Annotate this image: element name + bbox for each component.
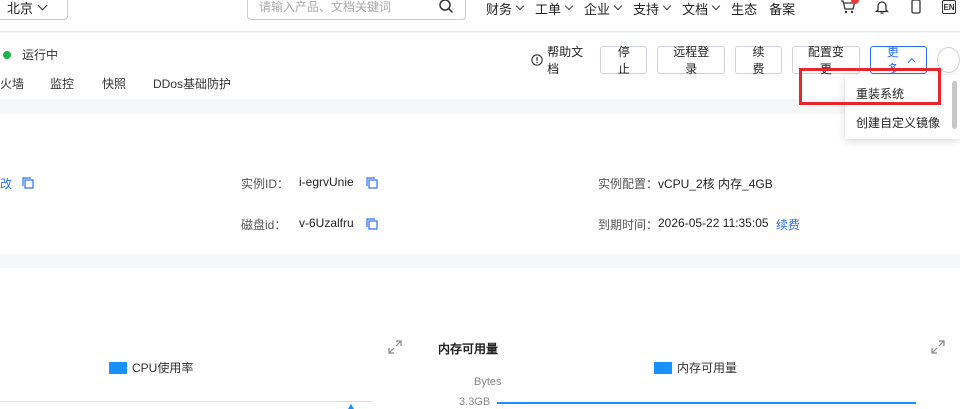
help-doc-link[interactable]: 帮助文档: [531, 43, 588, 77]
instance-id-label: 实例ID：: [241, 177, 290, 191]
nav-ecosystem[interactable]: 生态: [731, 0, 757, 18]
region-label: 北京: [7, 0, 34, 16]
edit-name-link[interactable]: 改: [0, 175, 12, 192]
search-icon[interactable]: [438, 0, 454, 14]
nav-ticket[interactable]: 工单: [535, 0, 574, 18]
nav-label: 生态: [731, 1, 758, 17]
status-label: 运行中: [22, 48, 59, 62]
nav-support[interactable]: 支持: [633, 0, 672, 18]
expire-label: 到期时间：: [598, 218, 659, 232]
chevron-down-icon: [564, 1, 574, 11]
instance-id-value: i-egrvUnie: [299, 175, 354, 189]
copy-icon[interactable]: [366, 177, 378, 189]
chevron-up-icon: [907, 57, 916, 66]
config-value: vCPU_2核 内存_4GB: [658, 177, 773, 191]
top-navigation-bar: 北京 财务 工单 企业 支持 文档 生态 备案 EN: [0, 0, 960, 32]
legend-label: 内存可用量: [677, 361, 738, 375]
chevron-down-icon: [711, 1, 721, 11]
nav-filing[interactable]: 备案: [769, 0, 795, 18]
top-icons: EN: [840, 0, 960, 15]
nav-label: 财务: [486, 1, 513, 17]
create-custom-image-option[interactable]: 创建自定义镜像: [856, 114, 940, 131]
remote-login-button[interactable]: 远程登录: [657, 45, 726, 76]
highlight-box: [799, 68, 941, 105]
cpu-legend[interactable]: CPU使用率: [109, 359, 193, 376]
language-label: EN: [943, 2, 955, 12]
monitor-charts: CPU使用率 内存可用量 内存可用量 Bytes 3.3GB: [0, 268, 960, 409]
bell-icon[interactable]: [874, 0, 890, 15]
nav-label: 文档: [682, 1, 709, 17]
expand-icon[interactable]: [388, 340, 402, 354]
instance-status: 运行中: [3, 46, 58, 63]
disk-id-value: v-6Uzalfru: [299, 216, 354, 230]
chevron-down-icon: [37, 0, 48, 10]
memory-y-unit: Bytes: [474, 376, 502, 388]
cpu-axis-marker: [348, 404, 354, 409]
legend-swatch: [654, 361, 672, 374]
memory-legend[interactable]: 内存可用量: [654, 359, 737, 376]
chevron-down-icon: [613, 1, 623, 11]
expand-icon[interactable]: [931, 340, 945, 354]
status-dot: [3, 50, 11, 59]
tab-ddos[interactable]: DDos基础防护: [153, 75, 231, 92]
memory-chart-title: 内存可用量: [438, 342, 499, 356]
search-box: [247, 0, 466, 20]
renew-link[interactable]: 续费: [776, 216, 800, 233]
tab-firewall[interactable]: 火墙: [0, 75, 24, 92]
renew-button[interactable]: 续费: [735, 45, 782, 76]
legend-swatch: [109, 361, 127, 374]
copy-icon[interactable]: [22, 177, 34, 189]
copy-icon[interactable]: [366, 218, 378, 230]
nav-label: 工单: [535, 1, 562, 17]
language-icon[interactable]: EN: [942, 0, 956, 14]
tab-monitor[interactable]: 监控: [50, 75, 74, 92]
stop-button[interactable]: 停止: [600, 45, 648, 76]
expire-value: 2026-05-22 11:35:05: [658, 216, 769, 230]
memory-series-line: [497, 402, 916, 404]
notification-badge: [851, 0, 859, 4]
mobile-icon[interactable]: [908, 0, 924, 15]
config-label: 实例配置：: [598, 177, 659, 191]
disk-id-label: 磁盘id：: [241, 218, 287, 232]
chevron-down-icon: [515, 1, 525, 11]
cart-icon[interactable]: [840, 0, 859, 15]
nav-finance[interactable]: 财务: [486, 0, 525, 18]
help-doc-label: 帮助文档: [547, 45, 584, 76]
tab-snapshot[interactable]: 快照: [102, 75, 126, 92]
nav-label: 企业: [584, 1, 611, 17]
help-icon: [531, 54, 543, 66]
nav-label: 备案: [769, 1, 796, 17]
nav-label: 支持: [633, 1, 660, 17]
top-nav-menu: 财务 工单 企业 支持 文档 生态 备案: [486, 0, 807, 18]
memory-y-tick: 3.3GB: [459, 396, 491, 408]
dropdown-scrollbar[interactable]: [952, 81, 957, 129]
search-input[interactable]: [259, 0, 429, 14]
nav-docs[interactable]: 文档: [682, 0, 721, 18]
region-selector[interactable]: 北京: [0, 0, 68, 20]
legend-label: CPU使用率: [132, 361, 194, 375]
instance-info-card: 改 实例ID： i-egrvUnie 磁盘id： v-6Uzalfru 实例配置…: [0, 114, 960, 254]
chevron-down-icon: [662, 1, 672, 11]
nav-enterprise[interactable]: 企业: [584, 0, 623, 18]
cpu-axis-line: [0, 401, 372, 402]
